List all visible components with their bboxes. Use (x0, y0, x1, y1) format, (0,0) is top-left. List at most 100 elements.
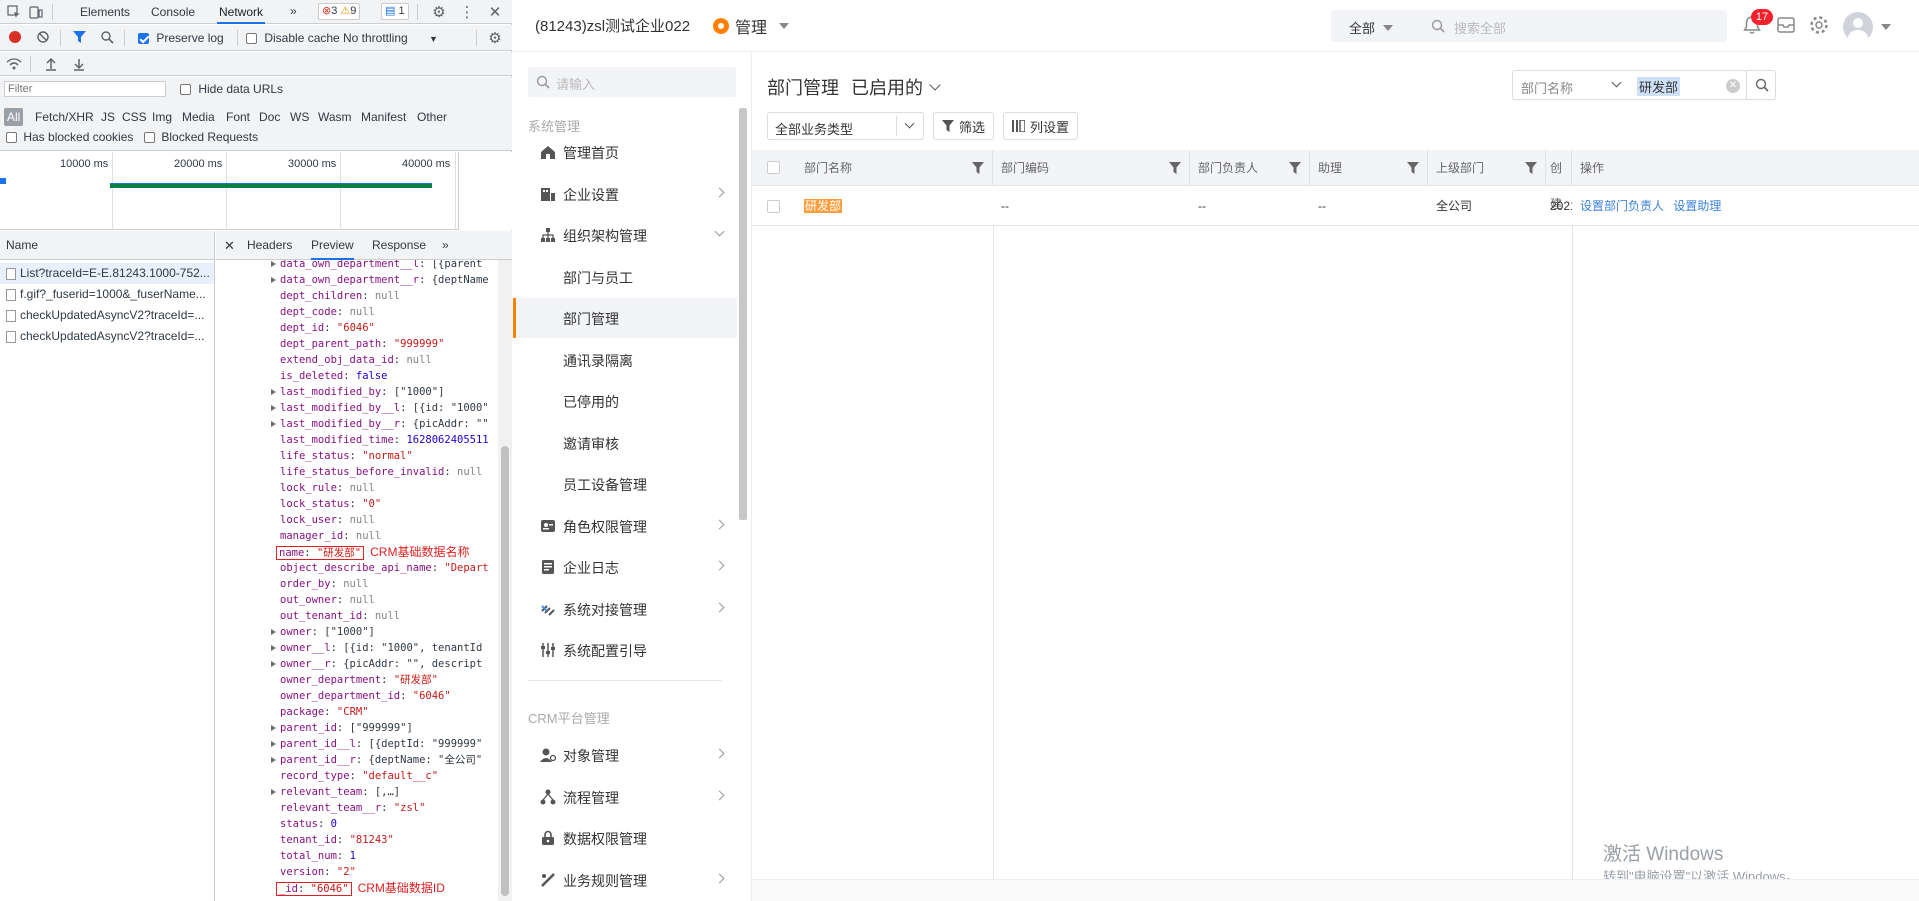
tab-console[interactable]: Console (151, 0, 195, 24)
json-property[interactable]: last_modified_by__l: [{id: "1000" (271, 400, 489, 416)
device-toolbar-icon[interactable] (28, 4, 44, 20)
column-settings-button[interactable]: 列设置 (1003, 112, 1079, 140)
business-type-select[interactable]: 全部业务类型 (767, 112, 924, 140)
has-blocked-cookies-checkbox[interactable]: Has blocked cookies (6, 130, 133, 144)
sidebar-item[interactable]: 部门管理 (513, 298, 737, 338)
expand-triangle-icon[interactable] (271, 789, 276, 795)
filter-icon[interactable] (72, 30, 86, 44)
request-row[interactable]: f.gif?_fuserid=1000&_fuserName... (0, 284, 214, 305)
type-filter-font[interactable]: Font (226, 108, 250, 126)
set-manager-link[interactable]: 设置部门负责人 (1580, 199, 1664, 213)
record-icon[interactable] (8, 30, 22, 44)
json-property[interactable]: parent_id__l: [{deptId: "999999" (271, 736, 482, 752)
disable-cache-checkbox[interactable]: Disable cache (246, 31, 340, 45)
sidebar-item[interactable]: 邀请审核 (513, 423, 737, 463)
type-filter-js[interactable]: JS (101, 108, 115, 126)
expand-triangle-icon[interactable] (271, 629, 276, 635)
json-property[interactable]: data_own_department__l: [{parent (271, 260, 482, 272)
expand-triangle-icon[interactable] (271, 389, 276, 395)
sidebar-scrollbar[interactable] (739, 108, 747, 520)
request-row[interactable]: checkUpdatedAsyncV2?traceId=... (0, 326, 214, 347)
tab-network[interactable]: Network (217, 0, 266, 24)
filter-button[interactable]: 筛选 (933, 112, 995, 140)
sidebar-item[interactable]: 已停用的 (513, 381, 737, 421)
sidebar-item[interactable]: 通讯录隔离 (513, 340, 737, 380)
sidebar-item[interactable]: 部门与员工 (513, 257, 737, 297)
type-filter-css[interactable]: CSS (122, 108, 147, 126)
inbox-icon[interactable] (1775, 14, 1797, 36)
json-preview[interactable]: data_own_department__l: [{parent data_own… (216, 260, 498, 901)
messages-counter[interactable]: ▤ 1 (381, 3, 409, 20)
type-filter-img[interactable]: Img (152, 108, 172, 126)
select-all-checkbox[interactable] (767, 161, 780, 174)
sidebar-item[interactable]: 管理首页 (513, 132, 737, 172)
type-filter-manifest[interactable]: Manifest (361, 108, 406, 126)
view-selector[interactable]: 已启用的 (851, 74, 941, 100)
more-tabs-icon[interactable]: » (290, 0, 297, 23)
type-filter-media[interactable]: Media (182, 108, 215, 126)
tab-elements[interactable]: Elements (80, 0, 130, 24)
expand-triangle-icon[interactable] (271, 757, 276, 763)
sidebar-item[interactable]: 系统配置引导 (513, 630, 737, 670)
tab-headers[interactable]: Headers (247, 231, 292, 260)
type-filter-other[interactable]: Other (417, 108, 447, 126)
user-avatar[interactable] (1843, 12, 1873, 42)
hide-data-urls-checkbox[interactable]: Hide data URLs (180, 82, 283, 96)
preview-scrollbar[interactable] (498, 260, 512, 901)
table-horizontal-scrollbar[interactable] (752, 879, 1919, 901)
expand-triangle-icon[interactable] (271, 421, 276, 427)
filter-input[interactable] (4, 81, 166, 97)
search-icon[interactable] (100, 30, 114, 44)
preserve-log-checkbox[interactable]: Preserve log (138, 31, 224, 45)
sidebar-item[interactable]: 数据权限管理 (513, 818, 737, 858)
search-value-input[interactable]: 研发部 (1637, 77, 1681, 96)
sidebar-item[interactable]: 对象管理 (513, 735, 737, 775)
column-filter-icon[interactable] (1169, 162, 1181, 174)
inspect-element-icon[interactable] (6, 4, 22, 20)
expand-triangle-icon[interactable] (271, 277, 276, 283)
request-row[interactable]: checkUpdatedAsyncV2?traceId=... (0, 305, 214, 326)
scrollbar-thumb[interactable] (501, 446, 509, 896)
clear-icon[interactable]: ✕ (1726, 79, 1740, 93)
json-property[interactable]: data_own_department__r: {deptName (271, 272, 489, 288)
issues-counter[interactable]: ⊗3 ⚠9 (318, 3, 361, 20)
caret-down-icon[interactable] (1881, 24, 1891, 30)
clear-icon[interactable] (36, 30, 50, 44)
network-settings-gear-icon[interactable]: ⚙ (486, 29, 504, 47)
type-filter-fetch-xhr[interactable]: Fetch/XHR (35, 108, 94, 126)
column-filter-icon[interactable] (1289, 162, 1301, 174)
close-icon[interactable]: ✕ (486, 3, 504, 21)
json-property[interactable]: owner__r: {picAddr: "", descript (271, 656, 482, 672)
column-header[interactable]: 部门编码 (993, 150, 1190, 186)
throttling-select[interactable]: No throttling ▼ (343, 31, 438, 45)
sidebar-item[interactable]: 系统对接管理 (513, 589, 737, 629)
search-button[interactable] (1746, 70, 1776, 100)
global-search[interactable]: 全部 搜索全部 (1331, 10, 1727, 42)
sidebar-search[interactable]: 请输入 (528, 67, 736, 97)
expand-triangle-icon[interactable] (271, 725, 276, 731)
cell-dept-name[interactable]: 研发部 (796, 186, 993, 226)
dept-name-link[interactable]: 研发部 (804, 199, 843, 213)
company-name[interactable]: (81243)zsl测试企业022 (535, 15, 690, 36)
sidebar-item[interactable]: 流程管理 (513, 777, 737, 817)
expand-triangle-icon[interactable] (271, 741, 276, 747)
json-property[interactable]: owner: ["1000"] (271, 624, 375, 640)
wifi-conditions-icon[interactable] (6, 57, 22, 71)
json-property[interactable]: last_modified_by: ["1000"] (271, 384, 444, 400)
search-scope-select[interactable]: 全部 (1349, 18, 1394, 37)
column-filter-icon[interactable] (1407, 162, 1419, 174)
sidebar-item[interactable]: 业务规则管理 (513, 860, 737, 900)
settings-gear-icon[interactable]: ⚙ (430, 3, 448, 21)
sidebar-item[interactable]: 组织架构管理 (513, 215, 737, 255)
set-assistant-link[interactable]: 设置助理 (1673, 199, 1721, 213)
tab-response[interactable]: Response (372, 231, 426, 260)
module-switcher[interactable]: 管理 (713, 14, 790, 38)
sidebar-item[interactable]: 员工设备管理 (513, 464, 737, 504)
blocked-requests-checkbox[interactable]: Blocked Requests (144, 130, 258, 144)
request-row[interactable]: List?traceId=E-E.81243.1000-752... (0, 263, 214, 284)
tab-preview[interactable]: Preview (311, 231, 354, 260)
type-filter-doc[interactable]: Doc (259, 108, 280, 126)
json-property[interactable]: last_modified_by__r: {picAddr: "" (271, 416, 489, 432)
close-detail-icon[interactable]: ✕ (224, 231, 235, 260)
column-header[interactable]: 创建 (1546, 150, 1572, 211)
